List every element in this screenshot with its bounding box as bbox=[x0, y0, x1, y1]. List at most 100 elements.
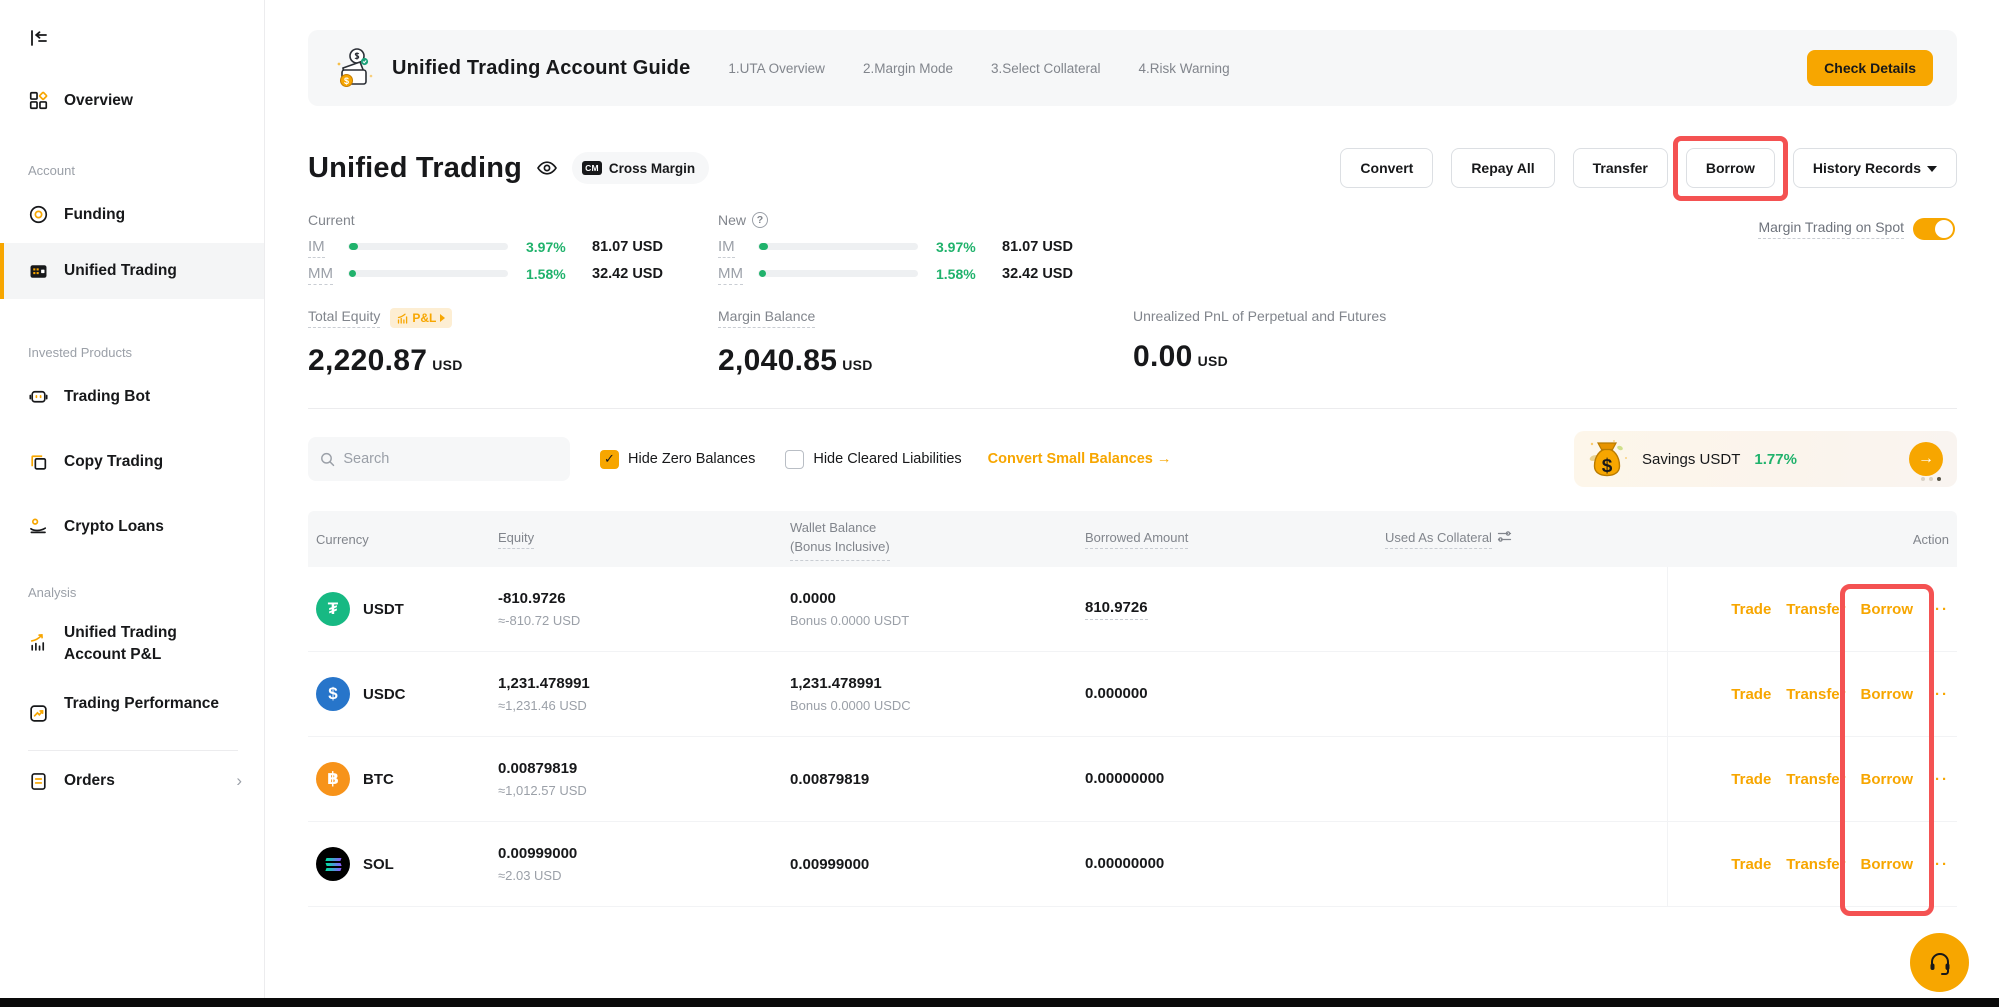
unrealized-pnl-value: 0.00USD bbox=[1133, 340, 1543, 374]
total-equity-label[interactable]: Total Equity bbox=[308, 308, 380, 328]
usdt-icon: ₮ bbox=[316, 592, 350, 626]
help-icon[interactable]: ? bbox=[752, 212, 768, 228]
guide-banner-title: Unified Trading Account Guide bbox=[392, 57, 690, 80]
collateral-settings-icon[interactable] bbox=[1497, 529, 1512, 547]
transfer-link[interactable]: Transfer bbox=[1786, 601, 1845, 618]
equity-value: -810.9726 bbox=[498, 590, 790, 607]
chevron-right-icon: › bbox=[236, 771, 242, 791]
pnl-arrow-icon bbox=[440, 314, 445, 322]
account-pnl-icon bbox=[28, 632, 49, 653]
sidebar-item-trading-performance[interactable]: Trading Performance bbox=[0, 693, 264, 724]
header-actions: Convert Repay All Transfer Borrow Histor… bbox=[1340, 148, 1957, 188]
borrow-link[interactable]: Borrow bbox=[1861, 686, 1914, 703]
margin-trading-on-spot-toggle[interactable] bbox=[1913, 218, 1955, 240]
sidebar-item-crypto-loans[interactable]: Crypto Loans bbox=[0, 516, 264, 537]
wallet-balance-value: 1,231.478991 bbox=[790, 675, 1085, 692]
guide-step-3[interactable]: 3.Select Collateral bbox=[991, 61, 1101, 76]
guide-steps: 1.UTA Overview 2.Margin Mode 3.Select Co… bbox=[728, 61, 1229, 76]
savings-banner[interactable]: $ Savings USDT 1.77% → bbox=[1574, 431, 1957, 487]
mm-label[interactable]: MM bbox=[308, 265, 333, 285]
risk-current: Current IM 3.97% 81.07 USD MM 1.58% 32.4… bbox=[308, 212, 718, 282]
table-row-usdt: ₮USDT -810.9726≈-810.72 USD 0.0000Bonus … bbox=[308, 567, 1957, 652]
margin-trading-on-spot-label[interactable]: Margin Trading on Spot bbox=[1758, 219, 1904, 239]
sidebar-item-overview[interactable]: Overview bbox=[0, 90, 264, 111]
support-headset-button[interactable] bbox=[1910, 933, 1969, 992]
im-label[interactable]: IM bbox=[308, 238, 325, 258]
margin-trading-on-spot: Margin Trading on Spot bbox=[1758, 218, 1955, 240]
mm-label[interactable]: MM bbox=[718, 265, 743, 285]
sidebar-item-unified-trading[interactable]: Unified Trading bbox=[0, 243, 264, 299]
pnl-badge[interactable]: P&L bbox=[390, 308, 452, 328]
col-used-as-collateral[interactable]: Used As Collateral bbox=[1385, 529, 1667, 549]
sidebar-item-funding[interactable]: Funding bbox=[0, 204, 264, 225]
guide-step-2[interactable]: 2.Margin Mode bbox=[863, 61, 953, 76]
check-details-button[interactable]: Check Details bbox=[1807, 50, 1933, 86]
sidebar-collapse-icon[interactable] bbox=[27, 26, 51, 50]
borrow-link[interactable]: Borrow bbox=[1861, 601, 1914, 618]
savings-arrow-button[interactable]: → bbox=[1909, 442, 1943, 476]
hide-zero-balances-checkbox[interactable]: ✓ Hide Zero Balances bbox=[600, 450, 755, 469]
history-records-button[interactable]: History Records bbox=[1793, 148, 1957, 188]
equity-usd: ≈1,012.57 USD bbox=[498, 783, 790, 798]
more-actions-icon[interactable]: ··· bbox=[1928, 686, 1949, 703]
svg-text:$: $ bbox=[1602, 456, 1613, 477]
unrealized-pnl-label: Unrealized PnL of Perpetual and Futures bbox=[1133, 308, 1386, 324]
search-box[interactable] bbox=[308, 437, 570, 481]
pnl-badge-label: P&L bbox=[412, 311, 436, 325]
table-row-usdc: $USDC 1,231.478991≈1,231.46 USD 1,231.47… bbox=[308, 652, 1957, 737]
borrow-button[interactable]: Borrow bbox=[1686, 148, 1775, 188]
col-equity[interactable]: Equity bbox=[498, 530, 790, 549]
trade-link[interactable]: Trade bbox=[1731, 856, 1771, 873]
wallet-balance-value: 0.00879819 bbox=[790, 771, 1085, 788]
equity-value: 1,231.478991 bbox=[498, 675, 790, 692]
borrowed-amount-value[interactable]: 810.9726 bbox=[1085, 599, 1148, 620]
mm-progress-bar bbox=[348, 270, 508, 277]
hide-cleared-liabilities-checkbox[interactable]: Hide Cleared Liabilities bbox=[785, 450, 961, 469]
sidebar-item-label: Crypto Loans bbox=[64, 518, 164, 536]
wallet-balance-value: 0.00999000 bbox=[790, 856, 1085, 873]
trade-link[interactable]: Trade bbox=[1731, 686, 1771, 703]
equity-value: 0.00879819 bbox=[498, 760, 790, 777]
more-actions-icon[interactable]: ··· bbox=[1928, 771, 1949, 788]
coin-name: USDC bbox=[363, 686, 406, 703]
mm-percent: 1.58% bbox=[526, 266, 592, 282]
eye-visibility-icon[interactable] bbox=[536, 157, 558, 179]
new-im-gauge: IM 3.97% 81.07 USD bbox=[718, 238, 1133, 255]
margin-balance-label[interactable]: Margin Balance bbox=[718, 308, 815, 328]
sidebar-item-account-pnl[interactable]: Unified Trading Account P&L bbox=[0, 622, 264, 667]
im-percent: 3.97% bbox=[526, 239, 592, 255]
im-label[interactable]: IM bbox=[718, 238, 735, 258]
borrow-link[interactable]: Borrow bbox=[1861, 856, 1914, 873]
transfer-link[interactable]: Transfer bbox=[1786, 771, 1845, 788]
sidebar-section-account: Account bbox=[0, 163, 264, 178]
main-content: $ Unified Trading Account Guide 1.UTA Ov… bbox=[265, 0, 1999, 998]
borrow-link[interactable]: Borrow bbox=[1861, 771, 1914, 788]
convert-button[interactable]: Convert bbox=[1340, 148, 1433, 188]
margin-mode-badge[interactable]: CM Cross Margin bbox=[572, 152, 709, 184]
transfer-button[interactable]: Transfer bbox=[1573, 148, 1668, 188]
guide-step-4[interactable]: 4.Risk Warning bbox=[1139, 61, 1230, 76]
col-wallet-balance[interactable]: Wallet Balance(Bonus Inclusive) bbox=[790, 518, 1085, 561]
trade-link[interactable]: Trade bbox=[1731, 601, 1771, 618]
col-borrowed-amount[interactable]: Borrowed Amount bbox=[1085, 530, 1385, 549]
sidebar: Overview Account Funding Unified Trading… bbox=[0, 0, 265, 998]
usdc-icon: $ bbox=[316, 677, 350, 711]
repay-all-button[interactable]: Repay All bbox=[1451, 148, 1554, 188]
search-input[interactable] bbox=[343, 451, 558, 467]
trade-link[interactable]: Trade bbox=[1731, 771, 1771, 788]
sidebar-item-orders[interactable]: Orders › bbox=[0, 771, 264, 792]
trading-performance-icon bbox=[28, 703, 49, 724]
guide-step-1[interactable]: 1.UTA Overview bbox=[728, 61, 825, 76]
headset-icon bbox=[1926, 949, 1954, 977]
caret-down-icon bbox=[1927, 166, 1937, 172]
convert-small-balances-link[interactable]: Convert Small Balances → bbox=[988, 451, 1172, 467]
more-actions-icon[interactable]: ··· bbox=[1928, 601, 1949, 618]
table-header: Currency Equity Wallet Balance(Bonus Inc… bbox=[308, 511, 1957, 567]
sidebar-item-copy-trading[interactable]: Copy Trading bbox=[0, 451, 264, 472]
current-im-gauge: IM 3.97% 81.07 USD bbox=[308, 238, 718, 255]
transfer-link[interactable]: Transfer bbox=[1786, 856, 1845, 873]
bonus-value: Bonus 0.0000 USDT bbox=[790, 613, 1085, 628]
sidebar-item-trading-bot[interactable]: Trading Bot bbox=[0, 386, 264, 407]
more-actions-icon[interactable]: ··· bbox=[1928, 856, 1949, 873]
transfer-link[interactable]: Transfer bbox=[1786, 686, 1845, 703]
